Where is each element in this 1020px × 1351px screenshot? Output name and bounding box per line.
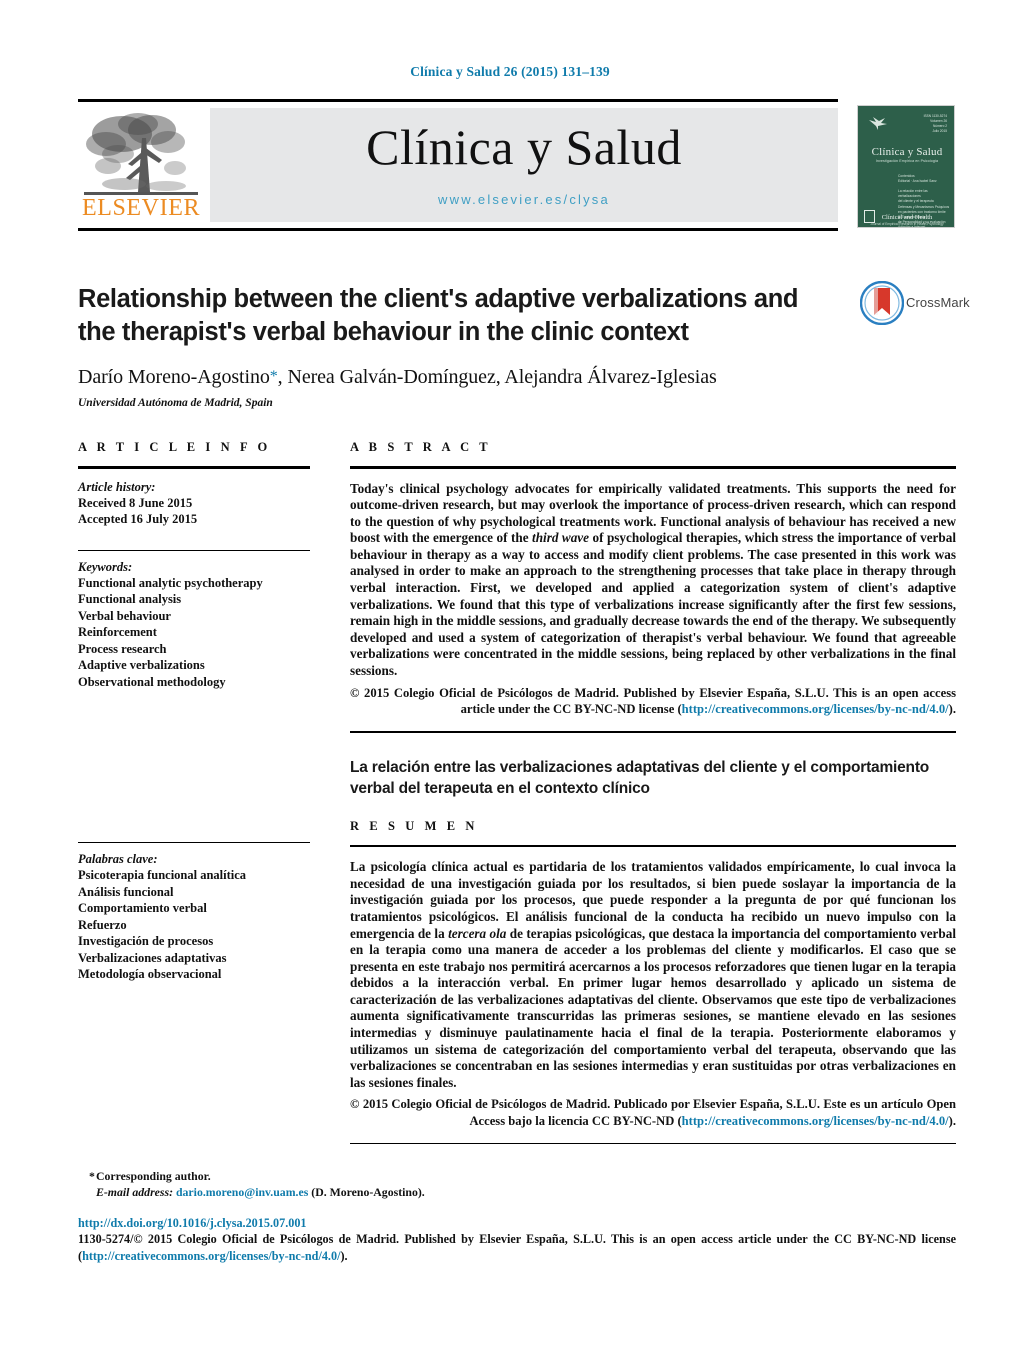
journal-url[interactable]: www.elsevier.es/clysa [210,192,838,207]
running-head: Clínica y Salud 26 (2015) 131–139 [410,64,610,79]
article-info-column: A R T I C L E I N F O Article history: R… [78,440,310,983]
abstract-block-bottom-rule [350,1143,956,1145]
keyword-item: Process research [78,641,167,656]
palabra-item: Metodología observacional [78,967,222,982]
received-date: Received 8 June 2015 [78,495,193,510]
keyword-item: Verbal behaviour [78,608,171,623]
corresponding-author-note: * Corresponding author. [78,1168,956,1184]
elsevier-tree-icon [84,113,198,195]
palabra-item: Comportamiento verbal [78,901,207,916]
cover-bottom-subtitle: Journal of Empirical Research in Health … [870,222,944,226]
journal-title: Clínica y Salud [366,119,682,175]
corresponding-author-text: Corresponding author. [96,1169,211,1183]
keywords-label: Keywords: [78,559,133,574]
page-footer: * Corresponding author. E-mail address: d… [78,1168,956,1264]
journal-cover-thumbnail[interactable]: ISSN 1130-5274 Volumen 26 Número 2 Julio… [857,105,955,228]
crossmark-icon [859,280,905,326]
issn-tail: ). [340,1248,348,1263]
author-list: Darío Moreno-Agostino*, Nerea Galván-Dom… [78,366,838,389]
keywords-rule [78,549,310,551]
keyword-item: Functional analysis [78,592,182,607]
palabra-item: Análisis funcional [78,884,174,899]
email-label: E-mail address: [96,1185,174,1199]
abstract-license-link[interactable]: http://creativecommons.org/licenses/by-n… [682,702,949,716]
article-info-rule [78,466,310,469]
crossmark-label: CrossMark [906,295,970,310]
journal-emblem-icon [869,117,887,130]
abstract-part-2: of psychological therapies, which stress… [350,530,957,679]
palabra-item: Refuerzo [78,917,127,932]
palabras-clave-label: Palabras clave: [78,852,158,867]
email-link[interactable]: dario.moreno@inv.uam.es [176,1185,308,1199]
email-note: E-mail address: dario.moreno@inv.uam.es … [78,1184,956,1200]
abstract-copyright: © 2015 Colegio Oficial de Psicólogos de … [350,685,956,718]
crossmark-badge[interactable]: CrossMark [859,280,970,329]
title-block: Relationship between the client's adapti… [78,283,838,409]
spanish-article-title: La relación entre las verbalizaciones ad… [350,758,930,797]
resumen-italic-term: tercera ola [448,925,507,941]
cover-issue-info: ISSN 1130-5274 Volumen 26 Número 2 Julio… [923,114,947,133]
keyword-item: Observational methodology [78,674,226,689]
elsevier-wordmark: ELSEVIER [81,195,201,221]
journal-banner: Clínica y Salud www.elsevier.es/clysa [210,108,838,222]
palabras-rule [78,842,310,844]
abstract-italic-term: third wave [532,530,590,546]
resumen-license-link[interactable]: http://creativecommons.org/licenses/by-n… [682,1114,949,1128]
article-title: Relationship between the client's adapti… [78,285,799,346]
resumen-copyright-tail: ). [948,1113,956,1128]
resumen-rule [350,844,956,848]
abstract-copyright-tail: ). [948,702,956,717]
abstract-heading: A B S T R A C T [350,440,492,454]
abstract-rule [350,466,956,469]
abstract-text: Today's clinical psychology advocates fo… [350,481,956,680]
resumen-copyright: © 2015 Colegio Oficial de Psicólogos de … [350,1096,956,1129]
keyword-item: Adaptive verbalizations [78,658,205,673]
elsevier-logo: ELSEVIER [80,108,202,223]
affiliation: Universidad Autónoma de Madrid, Spain [78,397,273,409]
masthead-top-rule [78,99,838,102]
palabra-item: Verbalizaciones adaptativas [78,950,227,965]
resumen-part-2: de terapias psicológicas, que destaca la… [350,925,957,1090]
masthead-bottom-rule [78,228,838,231]
author-others: , Nerea Galván-Domínguez, Alejandra Álva… [277,366,717,388]
doi-link[interactable]: http://dx.doi.org/10.1016/j.clysa.2015.0… [78,1216,956,1231]
keyword-item: Functional analytic psychotherapy [78,575,263,590]
journal-masthead: ELSEVIER Clínica y Salud www.elsevier.es… [78,99,956,231]
abstract-column: A B S T R A C T Today's clinical psychol… [350,440,956,1145]
palabra-item: Investigación de procesos [78,934,214,949]
keyword-item: Reinforcement [78,625,157,640]
palabras-clave-list: Psicoterapia funcional analítica Análisi… [78,867,310,983]
spanish-section-rule [350,731,956,733]
email-owner: (D. Moreno-Agostino). [311,1185,425,1199]
issn-license-link[interactable]: http://creativecommons.org/licenses/by-n… [82,1249,340,1263]
palabra-item: Psicoterapia funcional analítica [78,868,247,883]
cover-title: Clínica y Salud [871,146,943,158]
corresponding-author-marker[interactable]: * [270,368,278,385]
footnote-star-marker: * [89,1169,95,1183]
article-history-label: Article history: [78,479,156,494]
cover-subtitle: Investigación Empírica en Psicología [875,159,939,163]
resumen-heading: R E S U M E N [350,818,479,833]
resumen-text: La psicología clínica actual es partidar… [350,859,956,1091]
keywords-list: Functional analytic psychotherapy Functi… [78,575,310,691]
accepted-date: Accepted 16 July 2015 [78,512,198,526]
cover-bottom-title: Clínical and Health [881,214,933,221]
article-first-page: Clínica y Salud 26 (2015) 131–139 ELSEVI… [0,0,1020,1351]
article-info-heading: A R T I C L E I N F O [78,440,271,454]
issn-copyright-line: 1130-5274/© 2015 Colegio Oficial de Psic… [78,1231,956,1264]
author-primary: Darío Moreno-Agostino [78,366,270,388]
